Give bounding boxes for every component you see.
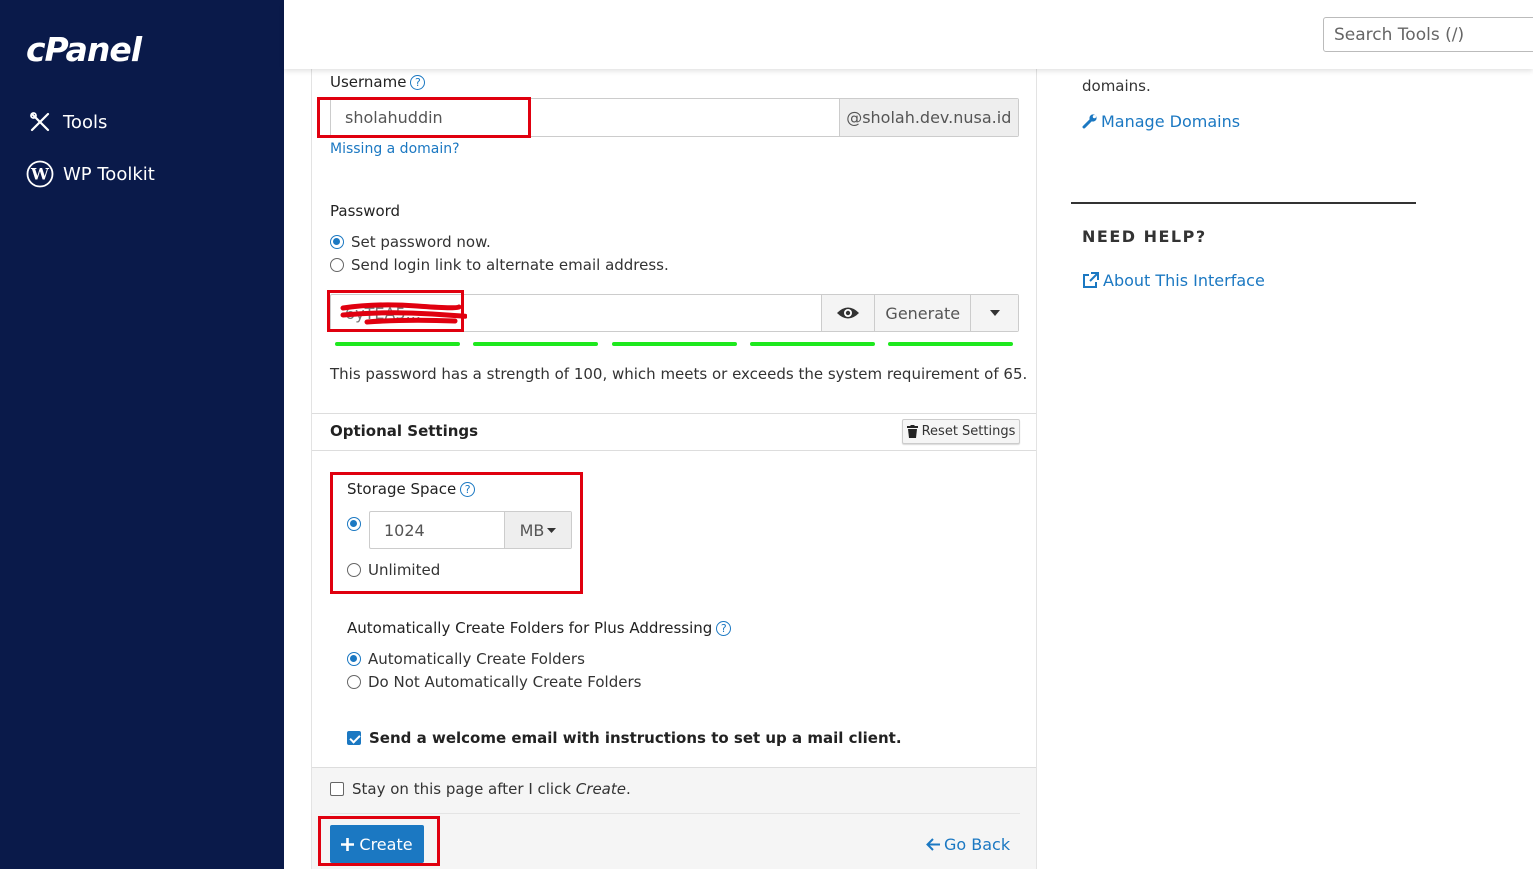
tools-icon — [26, 108, 54, 136]
strength-segment — [473, 342, 598, 346]
help-icon[interactable]: ? — [410, 75, 426, 90]
plus-option-no-create[interactable]: Do Not Automatically Create Folders — [347, 673, 641, 691]
domain-suffix: @sholah.dev.nusa.id — [838, 99, 1018, 136]
go-back-link[interactable]: Go Back — [926, 833, 1010, 855]
create-button[interactable]: Create — [330, 825, 424, 863]
username-input[interactable] — [331, 99, 839, 136]
svg-text:W: W — [30, 165, 50, 184]
password-option-set[interactable]: Set password now. — [330, 233, 491, 251]
sidebar-item-label: WP Toolkit — [63, 163, 155, 185]
strength-segment — [750, 342, 875, 346]
redaction-scribble — [340, 302, 467, 325]
radio-selected[interactable] — [347, 652, 361, 666]
storage-unlimited-option[interactable]: Unlimited — [347, 561, 440, 579]
plus-icon — [341, 837, 355, 851]
sidebar-item-tools[interactable]: Tools — [26, 107, 107, 137]
need-help-title: NEED HELP? — [1082, 227, 1207, 246]
stay-on-page-option[interactable]: Stay on this page after I click Create. — [330, 780, 631, 798]
generate-button[interactable]: Generate — [874, 295, 971, 331]
username-label: Username? — [330, 73, 426, 91]
strength-segment — [612, 342, 737, 346]
password-option-link[interactable]: Send login link to alternate email addre… — [330, 256, 669, 274]
checkbox[interactable] — [330, 782, 344, 796]
reset-settings-button[interactable]: Reset Settings — [902, 419, 1020, 444]
help-sidebar: domains. Manage Domains NEED HELP? About… — [1037, 69, 1533, 869]
eye-icon — [837, 307, 860, 319]
strength-segment — [888, 342, 1013, 346]
domains-text: domains. — [1082, 77, 1151, 95]
storage-space-label: Storage Space? — [347, 480, 476, 498]
caret-down-icon — [547, 527, 557, 533]
sidebar: cPanel Tools W WP Toolkit — [0, 0, 284, 869]
sidebar-item-wp-toolkit[interactable]: W WP Toolkit — [26, 159, 155, 189]
storage-space-input[interactable] — [370, 512, 504, 548]
show-password-button[interactable] — [820, 295, 875, 331]
plus-option-create[interactable]: Automatically Create Folders — [347, 650, 585, 668]
radio-selected[interactable] — [347, 517, 361, 531]
username-group: @sholah.dev.nusa.id — [330, 98, 1019, 137]
generate-options-button[interactable] — [970, 295, 1019, 331]
divider — [1071, 202, 1416, 204]
password-label: Password — [330, 202, 401, 220]
sidebar-item-label: Tools — [63, 111, 108, 133]
radio-selected[interactable] — [330, 235, 344, 249]
storage-limited-radio[interactable] — [347, 515, 368, 533]
radio[interactable] — [330, 258, 344, 272]
storage-input-group: MB — [369, 511, 572, 549]
checkbox-checked[interactable] — [347, 731, 361, 745]
about-interface-link[interactable]: About This Interface — [1082, 271, 1265, 290]
help-icon[interactable]: ? — [460, 482, 476, 497]
top-bar — [284, 0, 1533, 69]
strength-segment — [335, 342, 460, 346]
wordpress-icon: W — [26, 160, 54, 188]
trash-icon — [906, 425, 918, 438]
password-strength-text: This password has a strength of 100, whi… — [330, 365, 1028, 383]
optional-settings-title: Optional Settings — [330, 422, 479, 440]
external-link-icon — [1083, 272, 1099, 288]
arrow-left-icon — [926, 837, 940, 851]
storage-unit-select[interactable]: MB — [504, 512, 571, 548]
cpanel-logo[interactable]: cPanel — [26, 30, 142, 69]
manage-domains-link[interactable]: Manage Domains — [1082, 112, 1240, 131]
radio[interactable] — [347, 563, 361, 577]
divider — [312, 450, 1036, 451]
help-icon[interactable]: ? — [716, 621, 732, 636]
add-email-account-form: Username? @sholah.dev.nusa.id Missing a … — [311, 69, 1037, 869]
wrench-icon — [1082, 114, 1097, 129]
plus-addressing-label: Automatically Create Folders for Plus Ad… — [347, 619, 732, 637]
missing-domain-link[interactable]: Missing a domain? — [330, 141, 460, 157]
divider — [330, 813, 1020, 814]
welcome-email-option[interactable]: Send a welcome email with instructions t… — [347, 729, 902, 747]
radio[interactable] — [347, 675, 361, 689]
divider — [312, 413, 1036, 414]
caret-down-icon — [989, 310, 1000, 316]
search-tools-input[interactable] — [1323, 17, 1533, 52]
